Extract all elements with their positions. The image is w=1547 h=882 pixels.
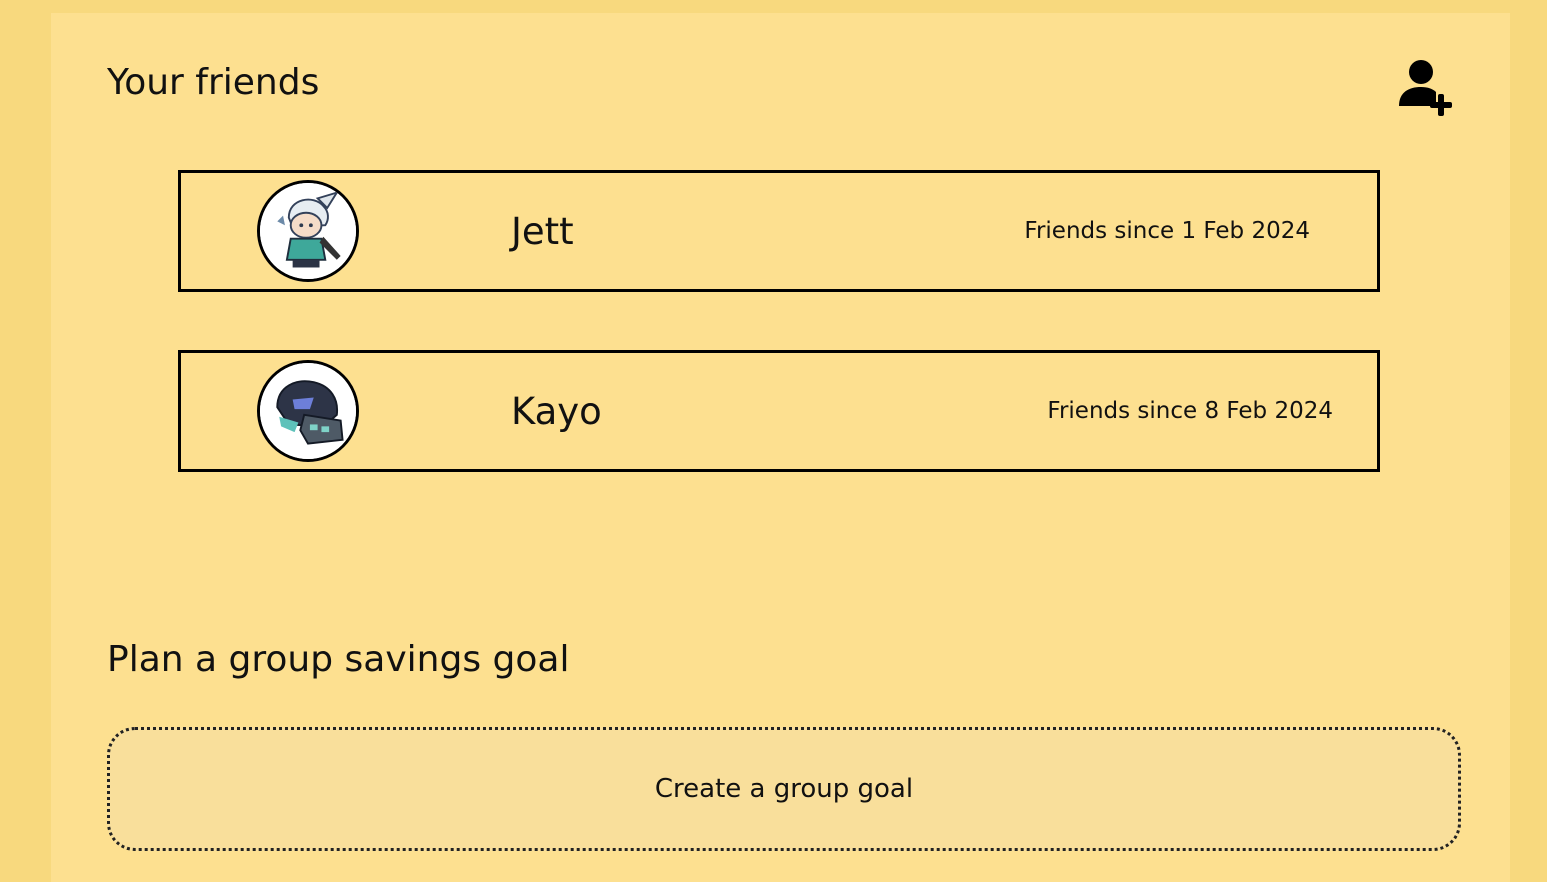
friends-section-title: Your friends: [107, 62, 320, 103]
friend-card-jett[interactable]: Jett Friends since 1 Feb 2024: [178, 170, 1380, 292]
friend-name: Jett: [511, 210, 574, 253]
add-friend-button[interactable]: [1395, 56, 1459, 120]
create-group-goal-button[interactable]: Create a group goal: [107, 727, 1461, 851]
friend-card-kayo[interactable]: Kayo Friends since 8 Feb 2024: [178, 350, 1380, 472]
friends-panel: Your friends Jett Friends since 1 Feb 20…: [51, 13, 1510, 882]
friend-since-date: Friends since 1 Feb 2024: [1024, 218, 1310, 244]
jett-avatar: [257, 180, 359, 282]
add-user-icon: [1399, 60, 1452, 116]
friend-name: Kayo: [511, 390, 602, 433]
create-group-goal-label: Create a group goal: [654, 774, 914, 804]
kayo-avatar: [257, 360, 359, 462]
friend-since-date: Friends since 8 Feb 2024: [1047, 398, 1333, 424]
group-goal-section-title: Plan a group savings goal: [107, 639, 570, 680]
